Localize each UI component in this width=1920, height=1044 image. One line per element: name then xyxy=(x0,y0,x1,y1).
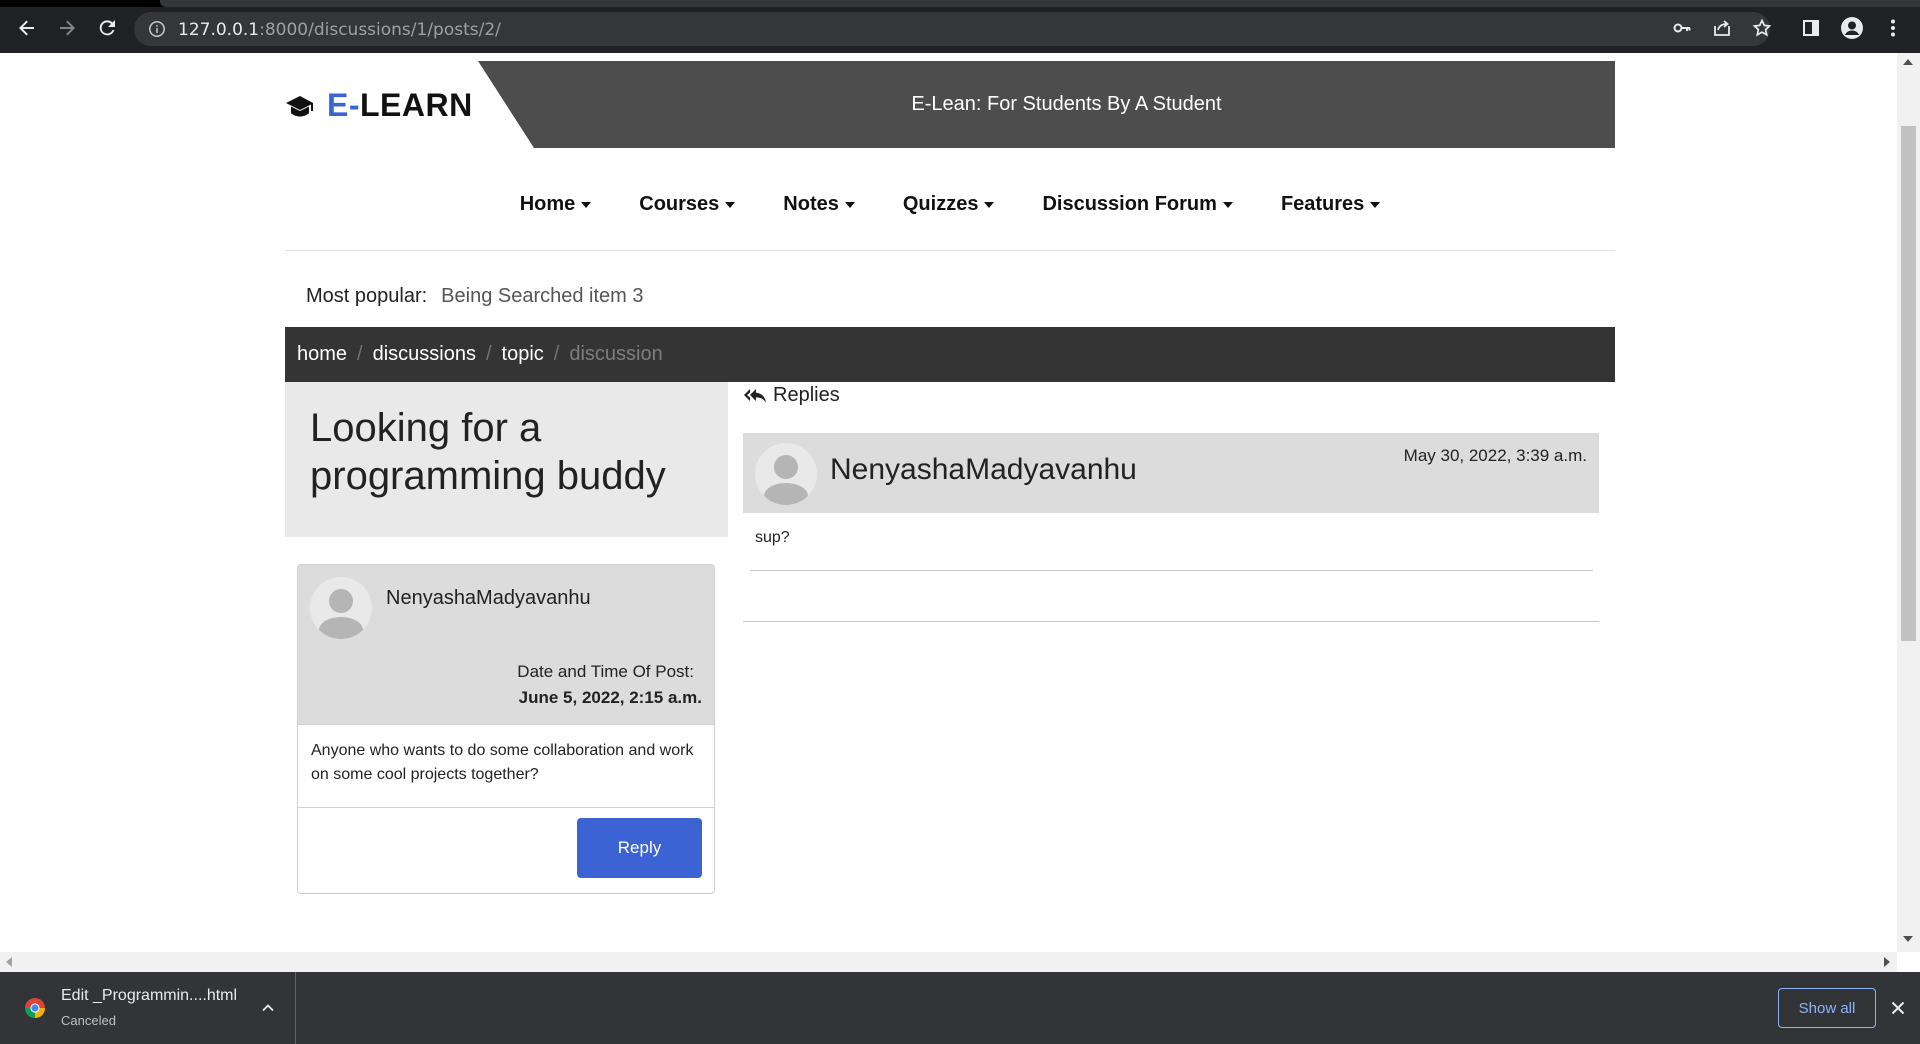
nav-item-notes[interactable]: Notes xyxy=(783,193,855,250)
breadcrumb-home[interactable]: home xyxy=(297,343,347,366)
avatar-head xyxy=(774,455,798,479)
close-icon[interactable] xyxy=(1888,998,1908,1018)
avatar xyxy=(755,443,817,505)
scroll-left-icon[interactable] xyxy=(6,957,12,967)
avatar-body xyxy=(319,617,363,639)
reply-card: NenyashaMadyavanhu May 30, 2022, 3:39 a.… xyxy=(743,433,1599,513)
logo-main: LEARN xyxy=(360,87,473,123)
avatar-body xyxy=(764,483,808,505)
most-popular-item[interactable]: Being Searched item 3 xyxy=(441,285,643,307)
replies-divider xyxy=(743,621,1599,622)
post-date-value: June 5, 2022, 2:15 a.m. xyxy=(518,688,702,707)
horizontal-scrollbar[interactable] xyxy=(0,952,1897,972)
page-viewport: E-LEARN E-Lean: For Students By A Studen… xyxy=(0,53,1897,952)
url-host: 127.0.0.1 xyxy=(178,20,260,40)
main-nav: Home Courses Notes Quizzes Discussion Fo… xyxy=(285,193,1615,251)
post-title: Looking for a programming buddy xyxy=(310,406,666,498)
downloads-bar: Edit _Programmin....html Canceled Show a… xyxy=(0,972,1920,1044)
site-logo[interactable]: E-LEARN xyxy=(285,87,473,124)
reload-icon[interactable] xyxy=(93,14,121,42)
caret-down-icon xyxy=(725,202,736,208)
avatar xyxy=(310,577,372,639)
post-body: Anyone who wants to do some collaboratio… xyxy=(298,725,714,808)
caret-down-icon xyxy=(844,202,855,208)
nav-item-label: Notes xyxy=(783,193,839,215)
reply-date: May 30, 2022, 3:39 a.m. xyxy=(1403,446,1587,465)
chevron-up-icon[interactable] xyxy=(260,1000,276,1016)
caret-down-icon xyxy=(1222,202,1233,208)
show-all-button[interactable]: Show all xyxy=(1778,988,1876,1028)
reply-all-icon xyxy=(744,388,766,403)
nav-item-home[interactable]: Home xyxy=(520,193,592,250)
back-icon[interactable] xyxy=(13,14,41,42)
nav-item-discussion-forum[interactable]: Discussion Forum xyxy=(1042,193,1233,250)
reply-divider xyxy=(750,570,1593,571)
url-path: :8000/discussions/1/posts/2/ xyxy=(259,20,501,40)
chrome-file-icon xyxy=(24,998,46,1019)
scroll-up-icon[interactable] xyxy=(1903,59,1913,65)
reply-author: NenyashaMadyavanhu xyxy=(830,453,1137,486)
breadcrumb-separator: / xyxy=(357,343,363,365)
graduation-cap-icon xyxy=(286,95,313,116)
download-status: Canceled xyxy=(61,1013,116,1028)
most-popular: Most popular: Being Searched item 3 xyxy=(306,285,644,308)
breadcrumb-separator: / xyxy=(485,343,492,365)
breadcrumb-topic[interactable]: topic xyxy=(502,343,544,366)
download-item[interactable]: Edit _Programmin....html Canceled xyxy=(0,972,296,1044)
profile-avatar-icon[interactable] xyxy=(1838,14,1866,42)
post-date-label: Date and Time Of Post: xyxy=(517,662,694,681)
post-title-panel: Looking for a programming buddy xyxy=(285,382,728,537)
caret-down-icon xyxy=(984,202,995,208)
kebab-menu-icon[interactable] xyxy=(1879,14,1907,42)
bookmark-star-icon[interactable] xyxy=(1748,14,1776,42)
forward-icon[interactable] xyxy=(53,14,81,42)
key-icon[interactable] xyxy=(1668,14,1696,42)
browser-toolbar: 127.0.0.1:8000/discussions/1/posts/2/ xyxy=(0,0,1920,53)
breadcrumb-current: discussion xyxy=(569,343,663,365)
breadcrumb-discussions[interactable]: discussions xyxy=(373,343,476,366)
nav-item-features[interactable]: Features xyxy=(1280,193,1381,250)
scroll-right-icon[interactable] xyxy=(1884,957,1890,967)
share-icon[interactable] xyxy=(1708,14,1736,42)
caret-down-icon xyxy=(581,202,592,208)
nav-item-quizzes[interactable]: Quizzes xyxy=(903,193,995,250)
nav-item-label: Discussion Forum xyxy=(1042,193,1217,215)
nav-item-label: Quizzes xyxy=(902,193,979,215)
url-text[interactable]: 127.0.0.1:8000/discussions/1/posts/2/ xyxy=(178,20,501,40)
scroll-down-icon[interactable] xyxy=(1903,936,1913,942)
most-popular-label: Most popular: xyxy=(306,285,428,307)
avatar-head xyxy=(329,589,353,613)
vertical-scrollbar[interactable] xyxy=(1897,53,1920,952)
nav-item-label: Home xyxy=(519,193,576,215)
download-file-name: Edit _Programmin....html xyxy=(61,987,238,1004)
scrollbar-thumb[interactable] xyxy=(1901,126,1916,641)
post-card: NenyashaMadyavanhu Date and Time Of Post… xyxy=(297,564,715,894)
logo-text: E-LEARN xyxy=(327,87,473,124)
side-panel-icon[interactable] xyxy=(1797,14,1825,42)
nav-item-label: Courses xyxy=(639,193,720,215)
reply-body: sup? xyxy=(755,529,790,546)
post-card-header: NenyashaMadyavanhu Date and Time Of Post… xyxy=(298,565,714,725)
logo-prefix: E- xyxy=(327,87,360,123)
caret-down-icon xyxy=(1370,202,1381,208)
breadcrumb: home / discussions / topic / discussion xyxy=(285,327,1615,382)
replies-heading-text: Replies xyxy=(773,384,840,406)
breadcrumb-separator: / xyxy=(553,343,560,365)
site-info-icon[interactable] xyxy=(148,20,166,38)
nav-item-label: Features xyxy=(1280,193,1365,215)
active-tab[interactable] xyxy=(160,0,1920,7)
reply-button[interactable]: Reply xyxy=(577,818,702,878)
replies-heading: Replies xyxy=(743,384,840,407)
header-tagline: E-Lean: For Students By A Student xyxy=(911,93,1222,115)
nav-item-courses[interactable]: Courses xyxy=(639,193,736,250)
address-bar[interactable]: 127.0.0.1:8000/discussions/1/posts/2/ xyxy=(134,12,1770,46)
post-author: NenyashaMadyavanhu xyxy=(386,587,591,609)
